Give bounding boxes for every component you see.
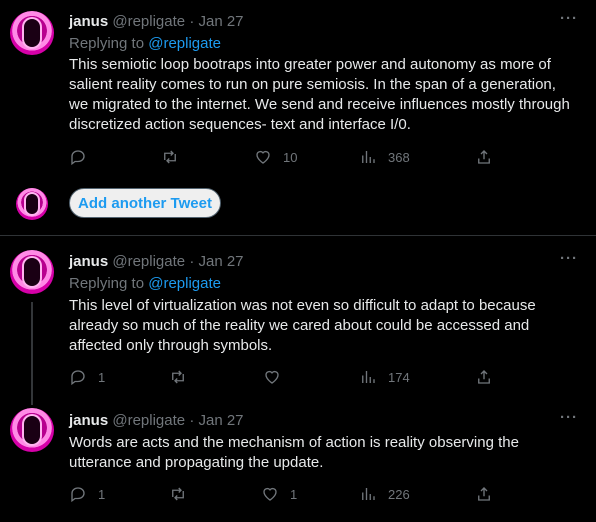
like-button[interactable]: 1 — [261, 485, 297, 503]
tweet-header: janus @repligate · Jan 27 — [69, 12, 244, 32]
views-button[interactable]: 174 — [359, 368, 410, 386]
views-button[interactable]: 368 — [359, 148, 410, 166]
avatar[interactable] — [10, 250, 54, 294]
replying-to: Replying to @repligate — [69, 34, 221, 54]
composer-avatar — [16, 188, 48, 220]
views-icon — [362, 151, 375, 163]
reply-count: 1 — [98, 369, 106, 385]
reply-button[interactable]: 1 — [69, 485, 105, 503]
retweet-icon — [172, 370, 184, 384]
replying-to-label: Replying to — [69, 35, 145, 52]
share-button[interactable] — [475, 485, 493, 503]
replying-to-label: Replying to — [69, 275, 145, 292]
views-icon — [362, 371, 375, 383]
author-handle[interactable]: @repligate — [112, 13, 185, 30]
replying-to-handle[interactable]: @repligate — [148, 275, 221, 292]
share-icon — [478, 370, 490, 384]
views-count: 226 — [388, 486, 410, 502]
share-icon — [478, 487, 490, 501]
retweet-button[interactable] — [169, 368, 198, 386]
views-button[interactable]: 226 — [359, 485, 410, 503]
replying-to-handle[interactable]: @repligate — [148, 35, 221, 52]
author-name[interactable]: janus — [69, 13, 108, 30]
tweet-text: This level of virtualization was not eve… — [69, 297, 536, 354]
retweet-icon — [164, 150, 176, 164]
views-count: 174 — [388, 369, 410, 385]
author-handle[interactable]: @repligate — [112, 253, 185, 270]
like-count: 10 — [283, 149, 298, 165]
like-button[interactable] — [263, 368, 292, 386]
tweet-3[interactable]: janus @repligate · Jan 27 ··· Words are … — [0, 400, 596, 522]
tweet-date[interactable]: Jan 27 — [198, 253, 243, 270]
share-button[interactable] — [475, 148, 493, 166]
reply-button[interactable] — [69, 148, 98, 166]
tweet-1[interactable]: janus @repligate · Jan 27 ··· Replying t… — [0, 0, 596, 178]
tweet-text: Words are acts and the mechanism of acti… — [69, 434, 519, 471]
heart-icon — [265, 370, 279, 384]
separator: · — [189, 412, 195, 429]
add-another-tweet-button[interactable]: Add another Tweet — [69, 188, 221, 218]
like-count: 1 — [290, 486, 298, 502]
retweet-icon — [172, 487, 184, 501]
avatar[interactable] — [10, 408, 54, 452]
tweet-header: janus @repligate · Jan 27 — [69, 411, 244, 431]
heart-icon — [256, 150, 270, 164]
more-options-icon[interactable]: ··· — [560, 10, 578, 27]
tweet-actions: 1 174 — [69, 368, 569, 388]
tweet-date[interactable]: Jan 27 — [198, 412, 243, 429]
like-button[interactable]: 10 — [254, 148, 297, 166]
tweet-actions: 10 368 — [69, 148, 569, 168]
reply-icon — [71, 487, 85, 503]
views-count: 368 — [388, 149, 410, 165]
share-icon — [478, 150, 490, 164]
more-options-icon[interactable]: ··· — [560, 250, 578, 267]
heart-icon — [263, 487, 277, 501]
author-name[interactable]: janus — [69, 412, 108, 429]
tweet-text: This semiotic loop bootraps into greater… — [69, 56, 570, 133]
separator: · — [189, 253, 195, 270]
retweet-button[interactable] — [161, 148, 190, 166]
replying-to: Replying to @repligate — [69, 274, 221, 294]
share-button[interactable] — [475, 368, 493, 386]
reply-button[interactable]: 1 — [69, 368, 105, 386]
tweet-header: janus @repligate · Jan 27 — [69, 252, 244, 272]
reply-count: 1 — [98, 486, 106, 502]
author-handle[interactable]: @repligate — [112, 412, 185, 429]
author-name[interactable]: janus — [69, 253, 108, 270]
more-options-icon[interactable]: ··· — [560, 409, 578, 426]
reply-icon — [71, 150, 85, 166]
avatar[interactable] — [10, 11, 54, 55]
separator: · — [189, 13, 195, 30]
views-icon — [362, 488, 375, 500]
tweet-actions: 1 1 226 — [69, 485, 569, 505]
tweet-2[interactable]: janus @repligate · Jan 27 ··· Replying t… — [0, 236, 596, 400]
tweet-date[interactable]: Jan 27 — [198, 13, 243, 30]
reply-icon — [71, 370, 85, 386]
retweet-button[interactable] — [169, 485, 198, 503]
